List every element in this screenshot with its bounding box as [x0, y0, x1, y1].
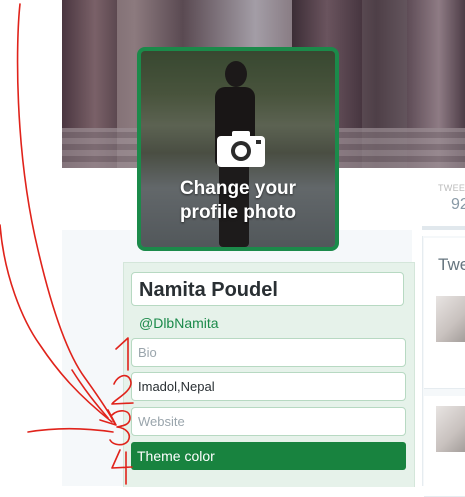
tweet-avatar[interactable]: [436, 406, 465, 452]
tweet-avatar[interactable]: [436, 296, 465, 342]
change-photo-label[interactable]: Change your profile photo: [141, 177, 335, 225]
timeline-title: Twe: [438, 255, 465, 274]
theme-color-button[interactable]: Theme color: [131, 442, 406, 470]
profile-avatar[interactable]: Change your profile photo: [137, 47, 339, 251]
website-field[interactable]: [131, 407, 406, 436]
camera-icon[interactable]: [215, 129, 267, 169]
bio-field[interactable]: [131, 338, 406, 367]
active-tab-underline: [422, 226, 465, 230]
avatar-photo: Change your profile photo: [141, 51, 335, 247]
location-field[interactable]: [131, 372, 406, 401]
profile-nav-bar: [340, 168, 465, 230]
tweets-stat-label[interactable]: TWEE: [438, 183, 465, 193]
name-field[interactable]: Namita Poudel: [131, 272, 404, 306]
username-handle: @DlbNamita: [139, 315, 219, 331]
tweets-stat-value[interactable]: 92: [451, 196, 465, 214]
